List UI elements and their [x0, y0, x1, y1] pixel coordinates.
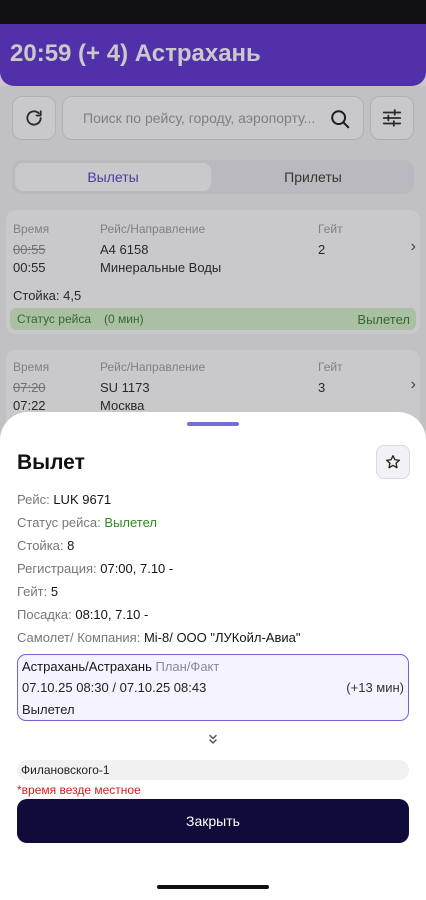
sheet-title: Вылет: [17, 451, 85, 474]
detail-row-gate: Гейт: 5: [17, 584, 58, 599]
drag-handle[interactable]: [187, 422, 239, 426]
close-button[interactable]: Закрыть: [17, 799, 409, 843]
plan-fact-label: План/Факт: [155, 659, 220, 674]
detail-value: 8: [67, 538, 75, 553]
detail-value: LUK 9671: [53, 492, 112, 507]
local-time-note: *время везде местное: [17, 783, 141, 797]
detail-label: Стойка:: [17, 538, 64, 553]
double-chevron-down-icon[interactable]: [205, 732, 221, 748]
detail-label: Гейт:: [17, 584, 48, 599]
detail-row-registration: Регистрация: 07:00, 7.10 -: [17, 561, 173, 576]
flight-detail-sheet: Вылет Рейс: LUK 9671 Статус рейса: Вылет…: [0, 412, 426, 900]
detail-row-status: Статус рейса: Вылетел: [17, 515, 157, 530]
detail-label: Посадка:: [17, 607, 72, 622]
detail-value: Mi-8/ ООО "ЛУКойл-Авиа": [143, 630, 301, 645]
gate-name-chip: Филановского-1: [17, 760, 409, 780]
detail-label: Самолет/ Компания:: [17, 630, 141, 645]
route-status: Вылетел: [22, 702, 75, 717]
detail-value: Вылетел: [104, 515, 157, 530]
detail-label: Статус рейса:: [17, 515, 101, 530]
star-icon: [386, 455, 400, 469]
detail-value: 5: [50, 584, 59, 599]
detail-row-boarding: Посадка: 08:10, 7.10 -: [17, 607, 148, 622]
detail-label: Рейс:: [17, 492, 50, 507]
home-indicator: [157, 885, 269, 889]
route-times: 07.10.25 08:30 / 07.10.25 08:43: [22, 680, 207, 695]
detail-value: 07:00, 7.10 -: [100, 561, 174, 576]
detail-value: 08:10, 7.10 -: [75, 607, 149, 622]
route-card: Астрахань/Астрахань План/Факт 07.10.25 0…: [17, 654, 409, 721]
route-delay: (+13 мин): [346, 680, 404, 695]
gate-name: Филановского-1: [21, 763, 110, 777]
detail-row-flight: Рейс: LUK 9671: [17, 492, 111, 507]
route-airport-line: Астрахань/Астрахань План/Факт: [22, 659, 219, 674]
detail-label: Регистрация:: [17, 561, 97, 576]
route-airport: Астрахань/Астрахань: [22, 659, 152, 674]
detail-row-aircraft: Самолет/ Компания: Mi-8/ ООО "ЛУКойл-Ави…: [17, 630, 300, 645]
favorite-button[interactable]: [376, 445, 410, 479]
detail-row-counter: Стойка: 8: [17, 538, 74, 553]
